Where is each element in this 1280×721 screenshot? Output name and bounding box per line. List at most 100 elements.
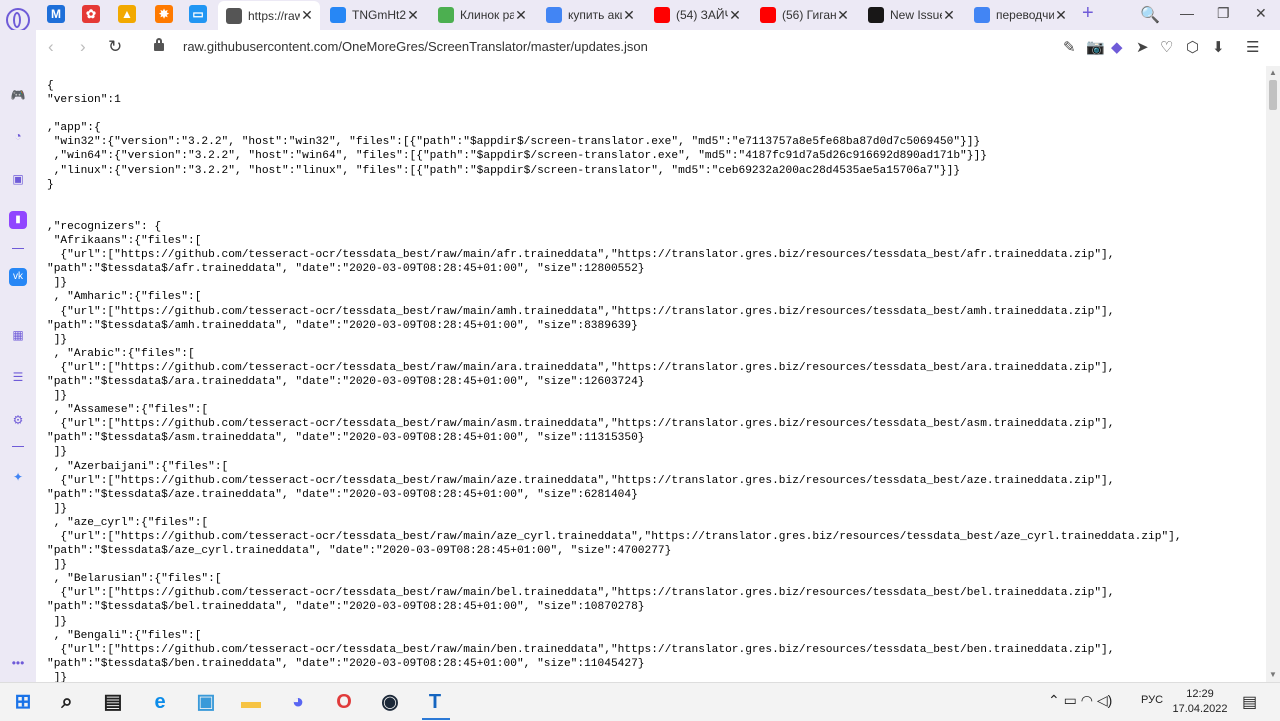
menu-icon[interactable]: ☰ (1246, 38, 1259, 56)
edge-icon[interactable]: e (147, 689, 173, 715)
scroll-down-arrow-icon[interactable]: ▼ (1269, 670, 1277, 679)
sidebar-apps-icon[interactable]: ▦ (9, 326, 27, 344)
box-icon[interactable]: ⬡ (1186, 38, 1199, 56)
pinned-orange-tab[interactable]: ✸ (155, 5, 173, 23)
camera-icon[interactable]: 📷 (1086, 38, 1105, 56)
json-line: {"url":["https://github.com/tesseract-oc… (47, 587, 1115, 600)
pinned-yellow-tab[interactable]: ▲ (118, 5, 136, 23)
control-panel-icon[interactable]: ▣ (193, 689, 219, 715)
search-icon[interactable]: ⌕ (54, 689, 80, 715)
tab-close-icon[interactable]: ✕ (942, 7, 956, 24)
notifications-icon[interactable]: ▤ (1242, 692, 1257, 712)
vpn-icon[interactable]: ◆ (1111, 38, 1123, 56)
sidebar-gamepad-icon[interactable]: 🎮 (9, 86, 27, 104)
json-line: {"url":["https://github.com/tesseract-oc… (47, 531, 1182, 543)
new-tab-button[interactable]: + (1082, 2, 1094, 25)
json-line: {"url":["https://github.com/tesseract-oc… (47, 643, 1115, 656)
tab-title: (54) ЗАЙЧИК (676, 8, 728, 22)
json-line: ,"linux":{"version":"3.2.2", "host":"lin… (47, 164, 961, 177)
sidebar-vk-icon[interactable]: vk (9, 268, 27, 286)
sidebar-twitch-icon[interactable]: ▮ (9, 211, 27, 229)
json-line: ]} (47, 333, 68, 346)
sidebar-more-icon[interactable]: ••• (9, 654, 27, 672)
sidebar-extension-icon[interactable]: ✦ (9, 468, 27, 486)
pinned-blue-tab[interactable]: ▭ (189, 5, 207, 23)
lock-icon[interactable] (154, 38, 164, 51)
json-line: "Afrikaans":{"files":[ (47, 235, 202, 248)
send-icon[interactable]: ➤ (1136, 38, 1149, 56)
sidebar-news-icon[interactable]: ☰ (9, 368, 27, 386)
url-field[interactable]: raw.githubusercontent.com/OneMoreGres/Sc… (183, 39, 648, 54)
screen-translator-icon[interactable]: T (422, 689, 448, 715)
windows-start-icon[interactable]: ⊞ (10, 689, 36, 715)
v-icon (438, 7, 454, 23)
tab-2[interactable]: TNGmHt2D✕ (322, 2, 426, 28)
vertical-scrollbar[interactable]: ▲ ▼ (1266, 66, 1280, 682)
tab-title: Клинок рассекающий демонов (460, 8, 514, 22)
clock-date: 17.04.2022 (1172, 703, 1228, 715)
tab-close-icon[interactable]: ✕ (622, 7, 636, 24)
tab-8[interactable]: переводчик ✕ (966, 2, 1074, 28)
window-close-button[interactable]: ✕ (1255, 5, 1267, 22)
tab-5[interactable]: (54) ЗАЙЧИК✕ (646, 2, 748, 28)
forward-button[interactable]: › (80, 37, 86, 57)
sidebar-divider (12, 446, 24, 447)
pinned-m-tab[interactable]: M (47, 5, 65, 23)
minimize-button[interactable]: — (1180, 5, 1194, 21)
google-icon (546, 7, 562, 23)
discord-icon[interactable]: ◕ (285, 689, 311, 715)
tab-6[interactable]: (56) Гигантская✕ (752, 2, 856, 28)
download-icon[interactable]: ⬇ (1212, 38, 1225, 56)
json-line: "path":"$tessdata$/asm.traineddata", "da… (47, 432, 645, 445)
opera-taskbar-icon[interactable]: O (331, 689, 357, 715)
json-line: ]} (47, 559, 68, 572)
edit-icon[interactable]: ✎ (1063, 38, 1076, 56)
opera-menu-icon[interactable] (6, 8, 30, 32)
tab-7[interactable]: New Issue ✕ (860, 2, 962, 28)
search-tabs-icon[interactable]: 🔍 (1140, 5, 1160, 25)
sidebar-settings-icon[interactable]: ⚙ (9, 411, 27, 429)
windows-taskbar: ⊞ ⌕ ▤ e ▣ ▬ ◕ O ◉ T ⌃ ▭ ◠ ◁) РУС 12:29 17.04.2022… (0, 682, 1280, 721)
tab-close-icon[interactable]: ✕ (836, 7, 850, 24)
tab-1[interactable]: https://raw.githubusercontent.com/OneMor… (218, 1, 320, 30)
system-tray-icons[interactable]: ⌃ ▭ ◠ ◁) (1048, 692, 1112, 709)
back-button[interactable]: ‹ (48, 37, 54, 57)
json-line: , "Amharic":{"files":[ (47, 291, 202, 304)
tab-close-icon[interactable]: ✕ (728, 7, 742, 24)
tab-close-icon[interactable]: ✕ (514, 7, 528, 24)
json-line: "path":"$tessdata$/aze_cyrl.traineddata"… (47, 545, 672, 558)
language-indicator[interactable]: РУС (1141, 694, 1163, 706)
clock[interactable]: 12:29 17.04.2022 (1172, 687, 1228, 717)
scrollbar-thumb[interactable] (1269, 80, 1277, 110)
json-line (47, 192, 1266, 206)
json-line: ]} (47, 390, 68, 403)
json-line (47, 206, 1266, 220)
tab-close-icon[interactable]: ✕ (406, 7, 420, 24)
json-text: {"version":1 ,"app":{ "win32":{"version":… (36, 66, 1266, 682)
tab-close-icon[interactable]: ✕ (1054, 7, 1068, 24)
json-line: , "Assamese":{"files":[ (47, 404, 209, 417)
sidebar-speed-dial-icon[interactable]: ◔ (9, 127, 27, 145)
scroll-up-arrow-icon[interactable]: ▲ (1269, 68, 1277, 77)
pinned-red-tab[interactable]: ✿ (82, 5, 100, 23)
task-view-icon[interactable]: ▤ (100, 689, 126, 715)
file-explorer-icon[interactable]: ▬ (238, 689, 264, 715)
restore-button[interactable]: ❐ (1217, 5, 1230, 22)
json-line: ]} (47, 502, 68, 515)
tab-title: переводчик (996, 8, 1054, 22)
heart-icon[interactable]: ♡ (1160, 38, 1173, 56)
sidebar-bag-icon[interactable]: ▣ (9, 170, 27, 188)
tab-strip: M ✿ ▲ ✸ ▭ https://raw.githubusercontent.com/… (0, 0, 1280, 32)
json-line: "path":"$tessdata$/bel.traineddata", "da… (47, 601, 645, 614)
json-line: ]} (47, 671, 68, 682)
json-line: } (47, 178, 54, 191)
tab-4[interactable]: купить акции✕ (538, 2, 642, 28)
steam-icon[interactable]: ◉ (377, 689, 403, 715)
json-line: {"url":["https://github.com/tesseract-oc… (47, 305, 1115, 318)
reload-button[interactable]: ↻ (108, 37, 122, 57)
tab-3[interactable]: Клинок рассекающий демонов✕ (430, 2, 534, 28)
tab-close-icon[interactable]: ✕ (300, 7, 314, 24)
address-bar-row: ‹ › ↻ raw.githubusercontent.com/OneMoreG… (36, 30, 1280, 67)
sidebar: 🎮 ◔ ▣ ▮ vk ▦ ☰ ⚙ ✦ ••• (0, 30, 36, 682)
json-line: , "Bengali":{"files":[ (47, 629, 202, 642)
